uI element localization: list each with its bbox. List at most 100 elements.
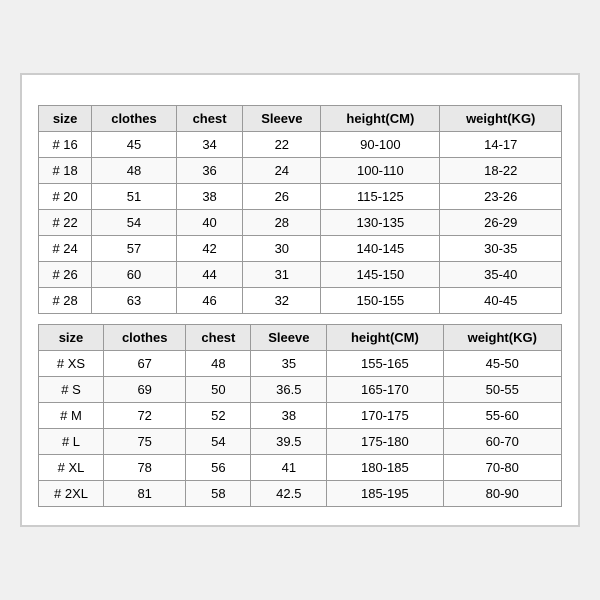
table-cell: 39.5 [251, 429, 327, 455]
table-cell: 36 [176, 158, 243, 184]
table-row: # XL785641180-18570-80 [39, 455, 562, 481]
table-row: # L755439.5175-18060-70 [39, 429, 562, 455]
table-cell: 145-150 [321, 262, 440, 288]
size-chart-card: sizeclotheschestSleeveheight(CM)weight(K… [20, 73, 580, 527]
table-cell: 90-100 [321, 132, 440, 158]
table-cell: # 16 [39, 132, 92, 158]
table-cell: 38 [251, 403, 327, 429]
table-cell: 34 [176, 132, 243, 158]
table-cell: 63 [92, 288, 177, 314]
table-cell: 50-55 [443, 377, 561, 403]
table-cell: 45 [92, 132, 177, 158]
table-cell: 46 [176, 288, 243, 314]
table-cell: 30-35 [440, 236, 562, 262]
table-cell: 32 [243, 288, 321, 314]
table-cell: # 24 [39, 236, 92, 262]
table-cell: 72 [103, 403, 185, 429]
table-cell: 67 [103, 351, 185, 377]
table1-header: sizeclotheschestSleeveheight(CM)weight(K… [39, 106, 562, 132]
table-cell: 78 [103, 455, 185, 481]
table-cell: 130-135 [321, 210, 440, 236]
table-cell: 35-40 [440, 262, 562, 288]
table-cell: # 22 [39, 210, 92, 236]
table2-body: # XS674835155-16545-50# S695036.5165-170… [39, 351, 562, 507]
table-cell: 36.5 [251, 377, 327, 403]
table-row: # 28634632150-15540-45 [39, 288, 562, 314]
table-cell: 100-110 [321, 158, 440, 184]
table-cell: 48 [92, 158, 177, 184]
table-cell: 38 [176, 184, 243, 210]
table-cell: 185-195 [327, 481, 443, 507]
table2-col-header: size [39, 325, 104, 351]
table-cell: # 28 [39, 288, 92, 314]
table-cell: 50 [186, 377, 251, 403]
table-cell: 42.5 [251, 481, 327, 507]
table-cell: # XL [39, 455, 104, 481]
table-row: # 1645342290-10014-17 [39, 132, 562, 158]
table-cell: 165-170 [327, 377, 443, 403]
table-cell: 70-80 [443, 455, 561, 481]
table1-col-header: size [39, 106, 92, 132]
table-cell: 170-175 [327, 403, 443, 429]
table-row: # 2XL815842.5185-19580-90 [39, 481, 562, 507]
table1-body: # 1645342290-10014-17# 18483624100-11018… [39, 132, 562, 314]
size-table-2: sizeclotheschestSleeveheight(CM)weight(K… [38, 324, 562, 507]
table-row: # 20513826115-12523-26 [39, 184, 562, 210]
table-cell: 35 [251, 351, 327, 377]
table-cell: 26-29 [440, 210, 562, 236]
table-cell: # 18 [39, 158, 92, 184]
table2-col-header: clothes [103, 325, 185, 351]
table-cell: 80-90 [443, 481, 561, 507]
table-cell: 60-70 [443, 429, 561, 455]
table-cell: 42 [176, 236, 243, 262]
size-table-1: sizeclotheschestSleeveheight(CM)weight(K… [38, 105, 562, 314]
table-row: # 22544028130-13526-29 [39, 210, 562, 236]
table2-col-header: Sleeve [251, 325, 327, 351]
table-cell: 26 [243, 184, 321, 210]
table-cell: 75 [103, 429, 185, 455]
table-row: # 18483624100-11018-22 [39, 158, 562, 184]
table-cell: 51 [92, 184, 177, 210]
table-cell: 41 [251, 455, 327, 481]
table-cell: # 20 [39, 184, 92, 210]
table-cell: 30 [243, 236, 321, 262]
table-cell: 14-17 [440, 132, 562, 158]
table-cell: 31 [243, 262, 321, 288]
table2-col-header: weight(KG) [443, 325, 561, 351]
table1-col-header: height(CM) [321, 106, 440, 132]
table2-col-header: chest [186, 325, 251, 351]
table-cell: 52 [186, 403, 251, 429]
table-cell: 55-60 [443, 403, 561, 429]
table-cell: # S [39, 377, 104, 403]
table-cell: 40-45 [440, 288, 562, 314]
table-cell: # L [39, 429, 104, 455]
table-cell: 115-125 [321, 184, 440, 210]
table-cell: 180-185 [327, 455, 443, 481]
table-row: # 24574230140-14530-35 [39, 236, 562, 262]
table-cell: 57 [92, 236, 177, 262]
table-cell: 150-155 [321, 288, 440, 314]
table-cell: # 26 [39, 262, 92, 288]
table-row: # M725238170-17555-60 [39, 403, 562, 429]
table2-col-header: height(CM) [327, 325, 443, 351]
table-cell: # XS [39, 351, 104, 377]
table-cell: 44 [176, 262, 243, 288]
table-cell: 155-165 [327, 351, 443, 377]
table-cell: 54 [92, 210, 177, 236]
table-cell: 175-180 [327, 429, 443, 455]
table1-col-header: weight(KG) [440, 106, 562, 132]
table-row: # S695036.5165-17050-55 [39, 377, 562, 403]
table-cell: 40 [176, 210, 243, 236]
table-cell: 81 [103, 481, 185, 507]
table-cell: # M [39, 403, 104, 429]
table-cell: 48 [186, 351, 251, 377]
table-cell: 24 [243, 158, 321, 184]
table-cell: 69 [103, 377, 185, 403]
table2-header: sizeclotheschestSleeveheight(CM)weight(K… [39, 325, 562, 351]
section-gap [38, 314, 562, 324]
table-cell: 23-26 [440, 184, 562, 210]
table-cell: 28 [243, 210, 321, 236]
table-cell: 140-145 [321, 236, 440, 262]
table1-col-header: chest [176, 106, 243, 132]
table-cell: 54 [186, 429, 251, 455]
